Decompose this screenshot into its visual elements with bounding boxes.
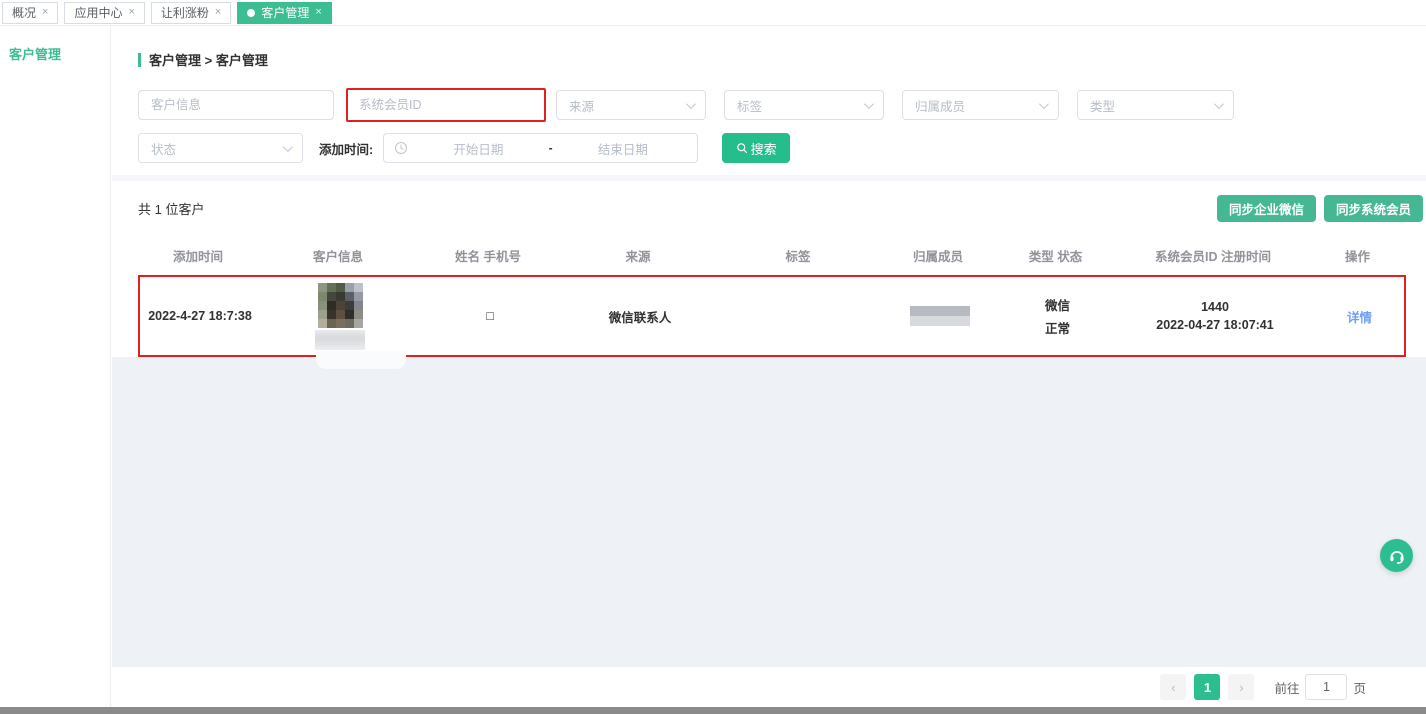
column-header-add-time: 添加时间 [138, 246, 258, 265]
owner-select-placeholder: 归属成员 [915, 96, 965, 115]
blurred-customer-name [315, 330, 365, 350]
pagination-bar: ‹ 1 › 前往 页 [112, 667, 1426, 707]
annotation-red-box-member-id [346, 88, 546, 122]
blurred-overlay-fragment [316, 351, 406, 369]
close-icon[interactable]: × [128, 7, 134, 18]
clock-icon [394, 141, 408, 155]
source-select[interactable]: 来源 [556, 90, 706, 120]
start-date-placeholder[interactable]: 开始日期 [414, 139, 543, 158]
source-select-placeholder: 来源 [569, 96, 594, 115]
chevron-down-icon [1039, 99, 1049, 109]
tab-label: 概况 [12, 4, 36, 21]
cell-owner [880, 306, 1000, 326]
date-separator: - [549, 141, 553, 155]
column-header-owner: 归属成员 [878, 246, 998, 265]
owner-select[interactable]: 归属成员 [902, 90, 1059, 120]
search-icon [736, 142, 748, 154]
horizontal-scrollbar[interactable] [0, 707, 1426, 714]
filter-row-2: 状态 添加时间: 开始日期 - 结束日期 [138, 133, 1426, 163]
sidebar: 客户管理 [0, 26, 111, 707]
type-select[interactable]: 类型 [1077, 90, 1234, 120]
column-header-tag: 标签 [718, 246, 878, 265]
tab-bar: 概况 × 应用中心 × 让利涨粉 × 客户管理 × [0, 0, 1426, 26]
breadcrumb-accent-bar [138, 53, 141, 67]
content-panel: 客户管理 > 客户管理 来源 标签 归属成员 [112, 26, 1426, 357]
close-icon[interactable]: × [42, 7, 48, 18]
tab-label: 客户管理 [261, 4, 309, 21]
customer-type: 微信 [1000, 295, 1115, 314]
breadcrumb-text: 客户管理 > 客户管理 [149, 50, 268, 69]
customer-count-summary: 共 1 位客户 [138, 199, 204, 218]
goto-label: 前往 [1274, 678, 1299, 697]
page-unit-label: 页 [1353, 678, 1366, 697]
chevron-down-icon [1214, 99, 1224, 109]
blurred-owner-name [910, 306, 970, 326]
member-id-input[interactable] [353, 93, 539, 117]
customer-service-button[interactable] [1380, 539, 1413, 572]
column-header-member-id-regtime: 系统会员ID 注册时间 [1113, 246, 1313, 265]
end-date-placeholder[interactable]: 结束日期 [559, 139, 688, 158]
cell-customer-info [260, 283, 420, 350]
breadcrumb: 客户管理 > 客户管理 [138, 50, 1426, 69]
column-header-customer-info: 客户信息 [258, 246, 418, 265]
sync-member-button[interactable]: 同步系统会员 [1324, 195, 1423, 222]
headset-icon [1388, 547, 1406, 565]
column-header-type-status: 类型 状态 [998, 246, 1113, 265]
date-range-picker[interactable]: 开始日期 - 结束日期 [383, 133, 698, 163]
cell-actions: 详情 [1315, 307, 1404, 326]
tag-select-placeholder: 标签 [737, 96, 762, 115]
section-divider [112, 175, 1426, 181]
tab-label: 让利涨粉 [161, 4, 209, 21]
customer-info-input[interactable] [138, 90, 334, 120]
status-select-placeholder: 状态 [151, 139, 176, 158]
chevron-down-icon [864, 99, 874, 109]
current-page-button[interactable]: 1 [1194, 674, 1220, 700]
chevron-down-icon [283, 142, 293, 152]
table-row: 2022-4-27 18:7:38 □ 微信联系人 [138, 275, 1406, 357]
table-toolbar: 共 1 位客户 同步企业微信 同步系统会员 [138, 195, 1426, 222]
main-area: 客户管理 > 客户管理 来源 标签 归属成员 [112, 26, 1426, 707]
add-time-label: 添加时间: [319, 139, 373, 158]
tab-customer-management[interactable]: 客户管理 × [237, 2, 331, 24]
cell-source: 微信联系人 [560, 307, 720, 326]
customer-avatar [318, 283, 363, 328]
tab-fans-promo[interactable]: 让利涨粉 × [151, 2, 231, 24]
customer-management-page: 概况 × 应用中心 × 让利涨粉 × 客户管理 × 客户管理 客户管理 > 客户… [0, 0, 1426, 714]
sync-buttons: 同步企业微信 同步系统会员 [1217, 195, 1423, 222]
search-button[interactable]: 搜索 [722, 133, 790, 163]
column-header-name-phone: 姓名 手机号 [418, 246, 558, 265]
filter-row-1: 来源 标签 归属成员 类型 [138, 88, 1426, 122]
prev-page-button[interactable]: ‹ [1160, 674, 1186, 700]
close-icon[interactable]: × [215, 7, 221, 18]
type-select-placeholder: 类型 [1090, 96, 1115, 115]
tab-overview[interactable]: 概况 × [2, 2, 58, 24]
next-page-button[interactable]: › [1228, 674, 1254, 700]
goto-page-input[interactable] [1305, 674, 1347, 700]
customer-table: 添加时间 客户信息 姓名 手机号 来源 标签 归属成员 类型 状态 系统会员ID… [138, 238, 1406, 357]
close-icon[interactable]: × [315, 7, 321, 18]
table-header-row: 添加时间 客户信息 姓名 手机号 来源 标签 归属成员 类型 状态 系统会员ID… [138, 238, 1406, 275]
column-header-source: 来源 [558, 246, 718, 265]
member-id: 1440 [1115, 300, 1315, 314]
customer-status: 正常 [1000, 318, 1115, 337]
register-time: 2022-04-27 18:07:41 [1115, 318, 1315, 332]
tab-app-center[interactable]: 应用中心 × [64, 2, 144, 24]
cell-type-status: 微信 正常 [1000, 295, 1115, 337]
search-button-label: 搜索 [751, 139, 777, 158]
chevron-down-icon [686, 99, 696, 109]
goto-page-control: 前往 页 [1274, 674, 1366, 700]
cell-add-time: 2022-4-27 18:7:38 [140, 309, 260, 323]
sidebar-item-customer-management[interactable]: 客户管理 [0, 26, 110, 63]
status-select[interactable]: 状态 [138, 133, 303, 163]
column-header-actions: 操作 [1313, 246, 1402, 265]
active-dot-icon [247, 9, 255, 17]
detail-link[interactable]: 详情 [1347, 311, 1372, 325]
cell-member-id-regtime: 1440 2022-04-27 18:07:41 [1115, 300, 1315, 332]
tag-select[interactable]: 标签 [724, 90, 884, 120]
tab-label: 应用中心 [74, 4, 122, 21]
cell-name-phone: □ [420, 309, 560, 323]
sync-wecom-button[interactable]: 同步企业微信 [1217, 195, 1316, 222]
